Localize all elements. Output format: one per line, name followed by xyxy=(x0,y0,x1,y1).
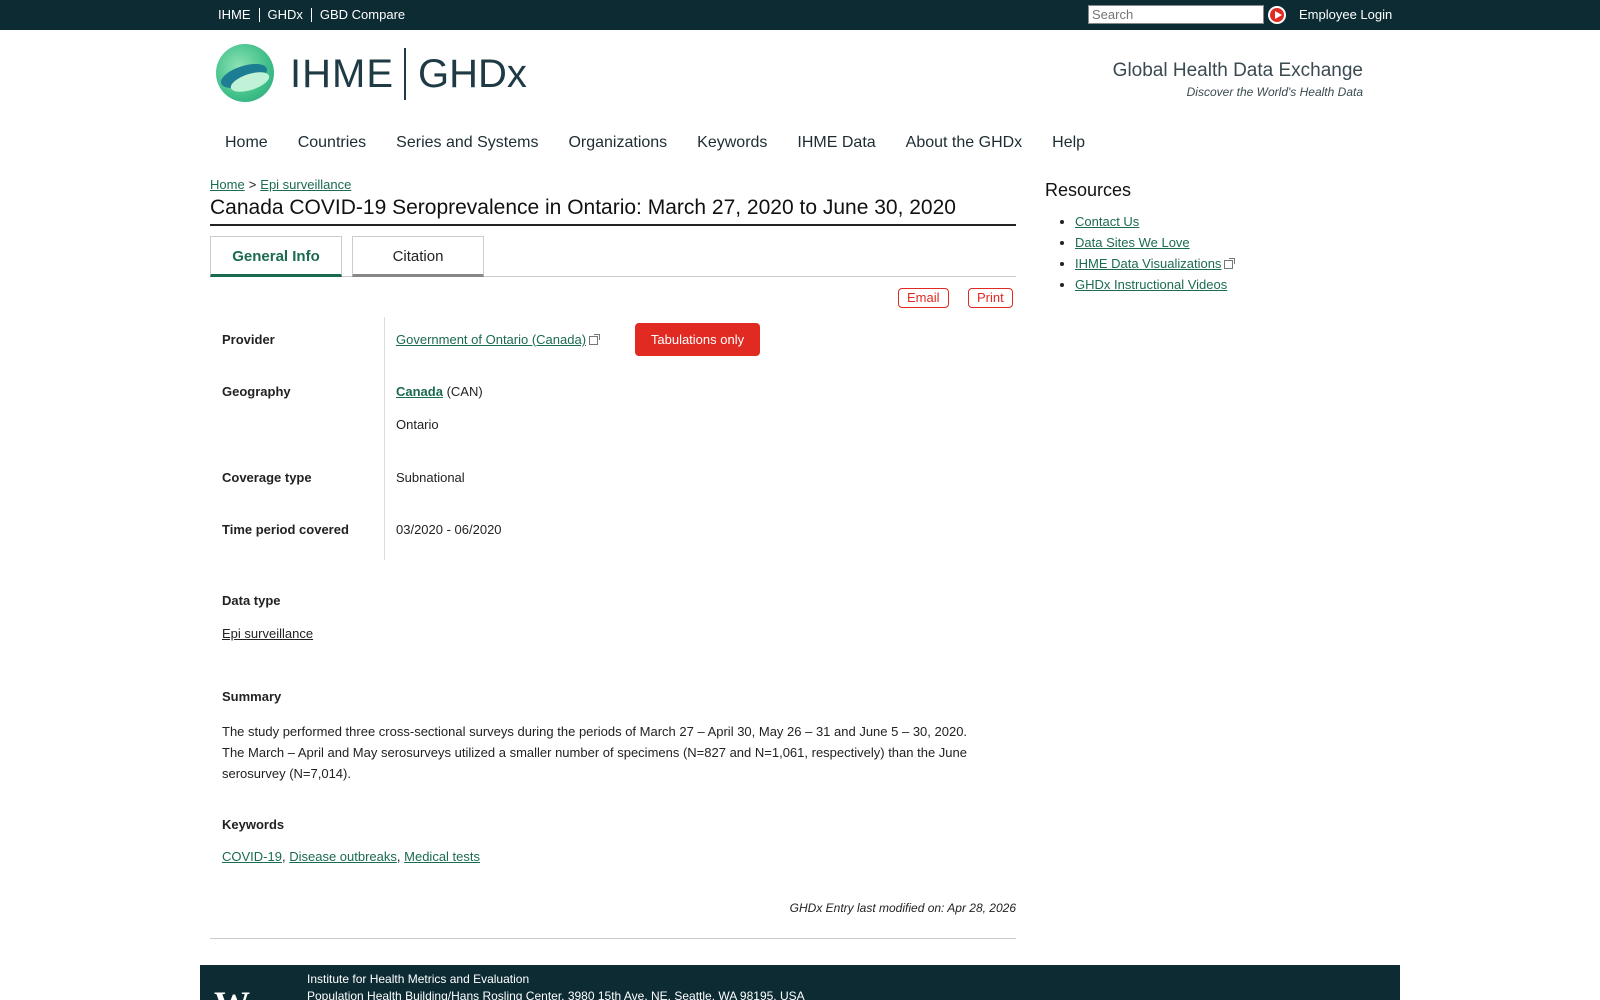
resource-data-sites[interactable]: Data Sites We Love xyxy=(1075,235,1190,250)
last-modified: GHDx Entry last modified on: Apr 28, 202… xyxy=(789,901,1016,915)
external-link-icon xyxy=(589,334,601,346)
brand-ghdx[interactable]: GHDx xyxy=(418,52,527,97)
external-link-icon xyxy=(1224,258,1236,270)
nav-about-the-ghdx[interactable]: About the GHDx xyxy=(906,134,1023,152)
resource-item: IHME Data Visualizations xyxy=(1075,256,1236,271)
geography-label: Geography xyxy=(222,384,291,399)
nav-ihme-data[interactable]: IHME Data xyxy=(797,134,875,152)
geography-country-link[interactable]: Canada xyxy=(396,384,443,399)
nav-organizations[interactable]: Organizations xyxy=(568,134,667,152)
time-period-value: 03/2020 - 06/2020 xyxy=(396,522,502,537)
page-title: Canada COVID-19 Seroprevalence in Ontari… xyxy=(210,196,1016,226)
brand-ihme[interactable]: IHME xyxy=(290,52,394,97)
utility-link-ghdx[interactable]: GHDx xyxy=(268,7,303,22)
resource-contact-us[interactable]: Contact Us xyxy=(1075,214,1139,229)
geography-value: Canada (CAN) xyxy=(396,384,483,399)
utility-link-gbd-compare[interactable]: GBD Compare xyxy=(320,7,405,22)
nav-countries[interactable]: Countries xyxy=(298,134,366,152)
utility-divider xyxy=(310,7,312,22)
tab-general-info[interactable]: General Info xyxy=(210,236,342,277)
uw-logo-icon[interactable]: W xyxy=(214,983,250,1000)
keyword-medical-tests[interactable]: Medical tests xyxy=(404,849,480,864)
resource-item: Data Sites We Love xyxy=(1075,235,1233,250)
resources-title: Resources xyxy=(1045,180,1132,200)
data-type-link[interactable]: Epi surveillance xyxy=(222,626,313,641)
breadcrumb-epi-surveillance[interactable]: Epi surveillance xyxy=(260,177,351,192)
nav-keywords[interactable]: Keywords xyxy=(697,134,767,152)
coverage-type-label: Coverage type xyxy=(222,470,312,485)
content-divider xyxy=(210,938,1016,939)
utility-link-ihme[interactable]: IHME xyxy=(218,7,251,22)
geography-code: (CAN) xyxy=(446,384,483,399)
tab-bar: General Info Citation xyxy=(210,236,1016,277)
resources-list: Contact Us Data Sites We Love IHME Data … xyxy=(1075,214,1236,298)
time-period-label: Time period covered xyxy=(222,522,349,537)
nav-help[interactable]: Help xyxy=(1052,134,1085,152)
employee-login-link[interactable]: Employee Login xyxy=(1299,7,1392,22)
keyword-separator: , xyxy=(396,849,401,864)
ihme-logo-icon[interactable] xyxy=(216,44,274,102)
footer-address: Population Health Building/Hans Rosling … xyxy=(307,989,805,1000)
footer-org-name: Institute for Health Metrics and Evaluat… xyxy=(307,972,530,986)
data-type-label: Data type xyxy=(222,593,281,608)
summary-text: The study performed three cross-sectiona… xyxy=(222,724,968,781)
keywords-label: Keywords xyxy=(222,817,285,832)
breadcrumb: Home > Epi surveillance xyxy=(210,177,351,192)
tab-citation[interactable]: Citation xyxy=(352,236,484,277)
site-tagline: Global Health Data Exchange xyxy=(1112,60,1363,81)
keywords-list: COVID-19, Disease outbreaks, Medical tes… xyxy=(222,849,480,864)
utility-divider xyxy=(258,7,260,22)
breadcrumb-separator: > xyxy=(248,177,257,192)
main-nav: Home Countries Series and Systems Organi… xyxy=(225,134,1115,152)
brand-divider xyxy=(404,48,406,100)
search-input[interactable] xyxy=(1088,5,1264,24)
utility-bar: IHME GHDx GBD Compare Employee Login xyxy=(0,0,1600,30)
site-tagline-sub: Discover the World's Health Data xyxy=(1186,85,1363,99)
coverage-type-value: Subnational xyxy=(396,470,465,485)
provider-value: Government of Ontario (Canada) xyxy=(396,332,601,347)
provider-label: Provider xyxy=(222,332,275,347)
print-button[interactable]: Print xyxy=(968,288,1013,308)
resource-instructional-videos[interactable]: GHDx Instructional Videos xyxy=(1075,277,1227,292)
search-submit-icon[interactable] xyxy=(1268,6,1286,24)
keyword-covid-19[interactable]: COVID-19 xyxy=(222,849,282,864)
nav-home[interactable]: Home xyxy=(225,134,268,152)
breadcrumb-home[interactable]: Home xyxy=(210,177,245,192)
utility-nav: IHME GHDx GBD Compare xyxy=(218,7,405,22)
geography-region: Ontario xyxy=(396,417,439,432)
resource-item: GHDx Instructional Videos xyxy=(1075,277,1233,292)
email-button[interactable]: Email xyxy=(898,288,949,308)
provider-link[interactable]: Government of Ontario (Canada) xyxy=(396,332,586,347)
tabulations-badge: Tabulations only xyxy=(635,323,760,356)
keyword-separator: , xyxy=(281,849,286,864)
nav-series-and-systems[interactable]: Series and Systems xyxy=(396,134,538,152)
site-footer: W Institute for Health Metrics and Evalu… xyxy=(200,965,1400,1000)
resource-ihme-visualizations[interactable]: IHME Data Visualizations xyxy=(1075,256,1221,271)
resource-item: Contact Us xyxy=(1075,214,1233,229)
keyword-disease-outbreaks[interactable]: Disease outbreaks xyxy=(289,849,397,864)
summary-label: Summary xyxy=(222,689,282,704)
details-divider xyxy=(384,317,385,560)
